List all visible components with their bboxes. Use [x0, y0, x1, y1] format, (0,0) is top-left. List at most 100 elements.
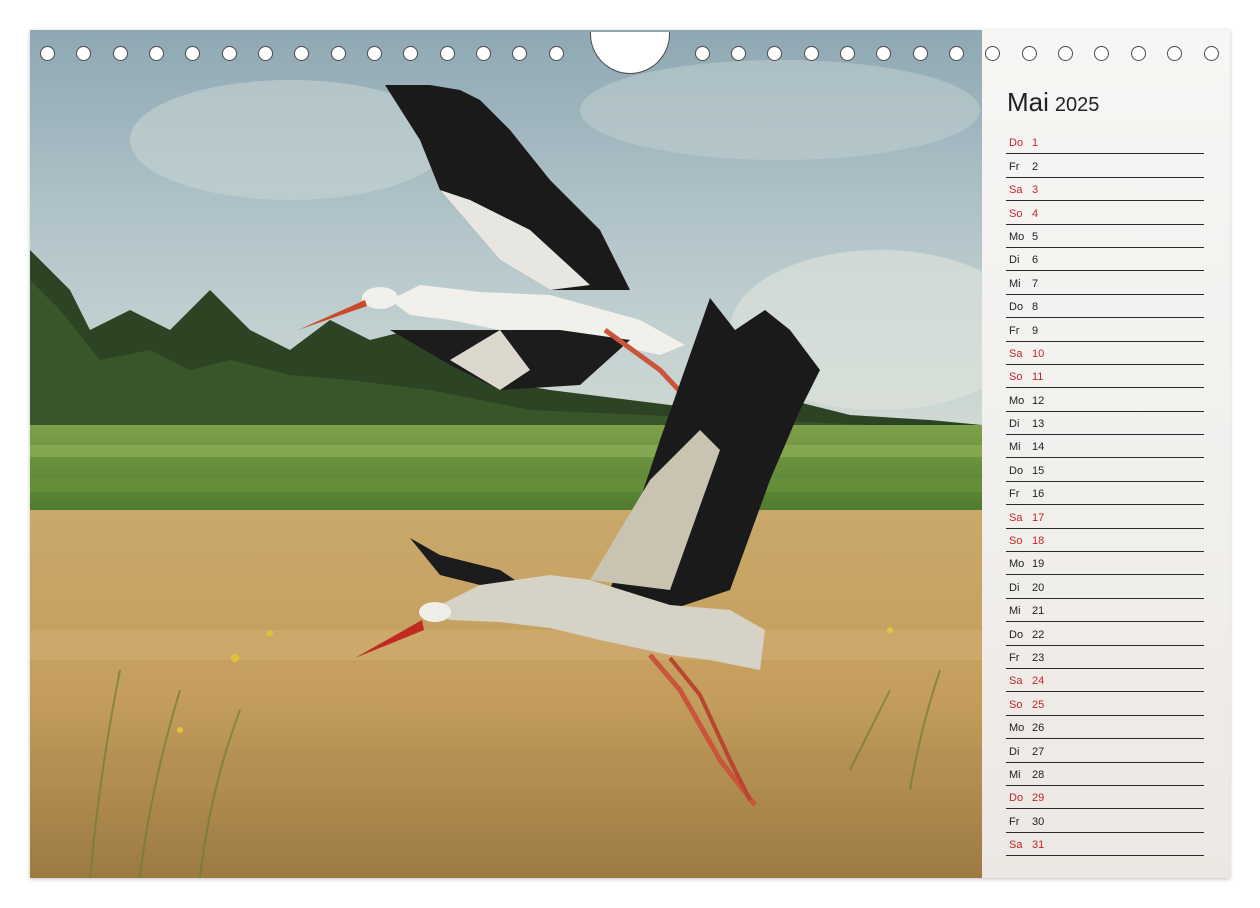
- weekday-label: So: [1009, 535, 1023, 548]
- weekday-label: Do: [1009, 628, 1024, 641]
- weekday-label: Di: [1009, 581, 1020, 594]
- day-row: So 4: [1006, 201, 1204, 225]
- day-number: 22: [1032, 628, 1045, 641]
- day-row: Mi 28: [1006, 763, 1204, 786]
- day-number: 24: [1032, 675, 1045, 688]
- day-number: 2: [1032, 160, 1039, 173]
- weekday-label: Fr: [1009, 160, 1020, 173]
- weekday-label: Do: [1009, 464, 1024, 477]
- weekday-label: Di: [1009, 254, 1020, 267]
- day-row: Di 20: [1006, 575, 1204, 599]
- weekday-label: Di: [1009, 745, 1020, 758]
- day-number: 7: [1032, 277, 1039, 290]
- day-number: 20: [1032, 581, 1045, 594]
- day-row: Do 1: [1006, 131, 1204, 155]
- day-row: Do 29: [1006, 786, 1204, 810]
- day-number: 29: [1032, 792, 1045, 805]
- weekday-label: Fr: [1009, 815, 1020, 828]
- day-row: Fr 16: [1006, 482, 1204, 506]
- month-title: Mai 2025: [1007, 87, 1099, 118]
- day-number: 18: [1032, 535, 1045, 548]
- day-number: 14: [1032, 441, 1045, 454]
- weekday-label: Mo: [1009, 230, 1025, 243]
- day-row: Mi 21: [1006, 599, 1204, 623]
- day-row: Do 15: [1006, 458, 1204, 482]
- day-row: Fr 23: [1006, 646, 1204, 669]
- day-row: So 18: [1006, 529, 1204, 553]
- day-number: 21: [1032, 605, 1045, 618]
- day-number: 31: [1032, 839, 1045, 852]
- day-number: 26: [1032, 722, 1045, 735]
- day-number: 1: [1032, 137, 1039, 150]
- day-number: 25: [1032, 698, 1045, 711]
- day-number: 17: [1032, 511, 1045, 524]
- day-row: Do 22: [1006, 622, 1204, 646]
- day-number: 4: [1032, 207, 1039, 220]
- day-row: Fr 9: [1006, 318, 1204, 342]
- calendar-panel: Mai 2025 Do 1 Fr 2 Sa 3 So 4 Mo 5 Di 6 Mi 7 Do 8 Fr 9 Sa 10 S…: [982, 30, 1230, 878]
- day-list: Do 1 Fr 2 Sa 3 So 4 Mo 5 Di 6 Mi 7 Do 8 Fr 9 Sa 10 So 11 Mo 12 D…: [1006, 131, 1204, 857]
- weekday-label: So: [1009, 207, 1023, 220]
- day-row: Sa 24: [1006, 669, 1204, 693]
- weekday-label: Mi: [1009, 441, 1021, 454]
- day-row: Mi 14: [1006, 435, 1204, 459]
- weekday-label: Sa: [1009, 839, 1023, 852]
- day-number: 27: [1032, 745, 1045, 758]
- weekday-label: Sa: [1009, 675, 1023, 688]
- weekday-label: Di: [1009, 418, 1020, 431]
- weekday-label: So: [1009, 371, 1023, 384]
- day-number: 9: [1032, 324, 1039, 337]
- day-row: Fr 2: [1006, 154, 1204, 178]
- day-row: Di 27: [1006, 739, 1204, 763]
- day-number: 30: [1032, 815, 1045, 828]
- day-number: 19: [1032, 558, 1045, 571]
- day-row: Sa 3: [1006, 178, 1204, 202]
- weekday-label: Mo: [1009, 722, 1025, 735]
- weekday-label: Sa: [1009, 511, 1023, 524]
- weekday-label: Mi: [1009, 768, 1021, 781]
- day-number: 10: [1032, 347, 1045, 360]
- day-number: 15: [1032, 464, 1045, 477]
- month-name: Mai: [1007, 87, 1049, 117]
- stork-photo: [30, 30, 982, 878]
- day-number: 5: [1032, 230, 1039, 243]
- weekday-label: Do: [1009, 792, 1024, 805]
- day-number: 3: [1032, 184, 1039, 197]
- day-number: 23: [1032, 651, 1045, 664]
- day-row: Sa 17: [1006, 505, 1204, 529]
- weekday-label: So: [1009, 698, 1023, 711]
- day-row: Mi 7: [1006, 271, 1204, 295]
- day-row: Fr 30: [1006, 809, 1204, 833]
- day-number: 6: [1032, 254, 1039, 267]
- weekday-label: Mi: [1009, 277, 1021, 290]
- day-row: Sa 31: [1006, 833, 1204, 857]
- day-row: Mo 26: [1006, 716, 1204, 740]
- weekday-label: Do: [1009, 301, 1024, 314]
- day-number: 8: [1032, 301, 1039, 314]
- day-number: 28: [1032, 768, 1045, 781]
- weekday-label: Sa: [1009, 347, 1023, 360]
- day-row: Di 13: [1006, 412, 1204, 436]
- weekday-label: Do: [1009, 137, 1024, 150]
- day-row: Mo 12: [1006, 388, 1204, 412]
- weekday-label: Sa: [1009, 184, 1023, 197]
- day-number: 13: [1032, 418, 1045, 431]
- day-row: Mo 5: [1006, 225, 1204, 248]
- weekday-label: Fr: [1009, 488, 1020, 501]
- day-row: Sa 10: [1006, 342, 1204, 365]
- month-year: 2025: [1054, 94, 1100, 116]
- day-row: Di 6: [1006, 248, 1204, 272]
- day-row: Do 8: [1006, 295, 1204, 319]
- day-row: Mo 19: [1006, 552, 1204, 576]
- weekday-label: Fr: [1009, 324, 1020, 337]
- day-number: 11: [1032, 371, 1044, 384]
- day-row: So 11: [1006, 365, 1204, 389]
- calendar-page: Mai 2025 Do 1 Fr 2 Sa 3 So 4 Mo 5 Di 6 Mi 7 Do 8 Fr 9 Sa 10 S…: [30, 30, 1230, 878]
- day-number: 12: [1032, 394, 1045, 407]
- weekday-label: Fr: [1009, 651, 1020, 664]
- day-number: 16: [1032, 488, 1045, 501]
- day-row: So 25: [1006, 692, 1204, 716]
- weekday-label: Mi: [1009, 605, 1021, 618]
- weekday-label: Mo: [1009, 558, 1025, 571]
- weekday-label: Mo: [1009, 394, 1025, 407]
